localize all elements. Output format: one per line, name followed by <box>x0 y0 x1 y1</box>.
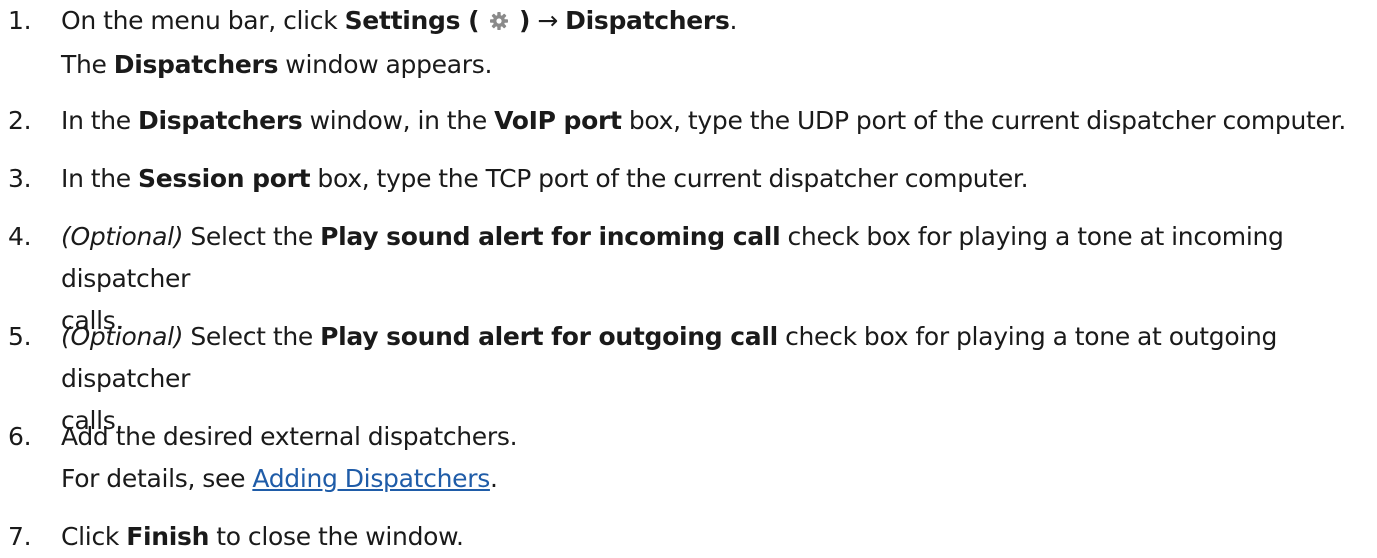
text: In the <box>61 106 139 135</box>
text: Select the <box>183 222 321 251</box>
step-number: 4. <box>8 222 32 251</box>
window-name: Dispatchers <box>113 50 279 79</box>
step-line: (Optional) Select the Play sound alert f… <box>61 216 1369 300</box>
text: window, in the <box>302 106 495 135</box>
text: On the menu bar, click <box>61 6 345 35</box>
menu-dispatchers-label: Dispatchers <box>565 6 730 35</box>
text: The <box>61 50 114 79</box>
text: For details, see <box>61 464 253 493</box>
text: . <box>489 464 498 493</box>
window-name: Dispatchers <box>138 106 303 135</box>
arrow-text: → <box>530 6 566 35</box>
step-number: 5. <box>8 322 32 351</box>
step-text: Add the desired external dispatchers. Fo… <box>61 416 1369 500</box>
step-line: Add the desired external dispatchers. <box>61 416 1369 458</box>
text: box, type the TCP port of the current di… <box>310 164 1029 193</box>
checkbox-name: Play sound alert for outgoing call <box>320 322 778 351</box>
text: In the <box>61 164 139 193</box>
button-name: Finish <box>126 522 210 551</box>
menu-settings-label: Settings ( ) <box>345 6 531 35</box>
instruction-steps: 1. On the menu bar, click Settings ( ) →… <box>0 0 1377 551</box>
step-line: The Dispatchers window appears. <box>61 44 1369 86</box>
step-number: 1. <box>8 6 32 35</box>
text: to close the window. <box>209 522 464 551</box>
field-name: Session port <box>138 164 311 193</box>
text: . <box>729 6 738 35</box>
step-text: In the Dispatchers window, in the VoIP p… <box>61 100 1369 142</box>
text: Select the <box>183 322 321 351</box>
checkbox-name: Play sound alert for incoming call <box>320 222 781 251</box>
step-text: In the Session port box, type the TCP po… <box>61 158 1369 200</box>
step-text: On the menu bar, click Settings ( ) → Di… <box>61 0 1369 86</box>
adding-dispatchers-link[interactable]: Adding Dispatchers <box>252 464 490 493</box>
field-name: VoIP port <box>494 106 622 135</box>
text: Settings ( <box>344 6 480 35</box>
optional-label: (Optional) <box>61 222 184 251</box>
step-number: 7. <box>8 522 32 551</box>
text: Add the desired external dispatchers. <box>61 422 518 451</box>
step-line: On the menu bar, click Settings ( ) → Di… <box>61 0 1369 44</box>
step-line: (Optional) Select the Play sound alert f… <box>61 316 1369 400</box>
step-text: Click Finish to close the window. <box>61 516 1369 558</box>
step-line: For details, see Adding Dispatchers. <box>61 458 1369 500</box>
step-number: 6. <box>8 422 32 451</box>
text: box, type the UDP port of the current di… <box>621 106 1346 135</box>
optional-label: (Optional) <box>61 322 184 351</box>
text: ) <box>519 6 531 35</box>
step-number: 3. <box>8 164 32 193</box>
step-number: 2. <box>8 106 32 135</box>
text: Click <box>61 522 127 551</box>
text: window appears. <box>278 50 493 79</box>
gear-icon <box>489 2 509 44</box>
